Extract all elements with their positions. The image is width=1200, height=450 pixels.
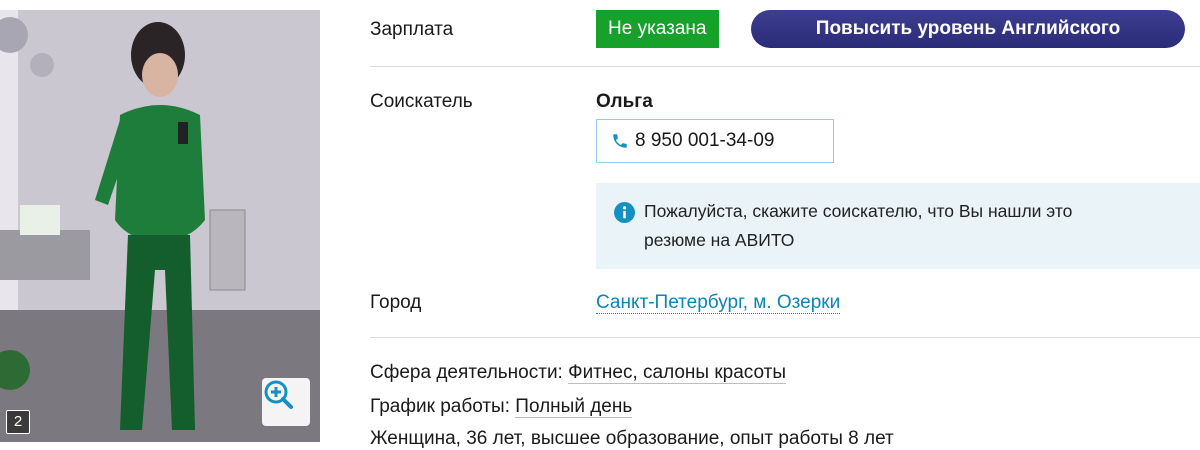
sphere-row: Сфера деятельности: Фитнес, салоны красо…: [370, 362, 787, 384]
sphere-link[interactable]: Фитнес, салоны красоты: [568, 362, 787, 384]
notice-line-2: резюме на АВИТО: [644, 230, 795, 250]
schedule-label: График работы:: [370, 396, 516, 417]
info-icon: [614, 202, 635, 223]
zoom-in-icon: [264, 380, 293, 409]
phone-icon: [613, 134, 627, 148]
notice-box: Пожалуйста, скажите соискателю, что Вы н…: [596, 183, 1200, 269]
city-link[interactable]: Санкт-Петербург, м. Озерки: [596, 292, 841, 314]
photo-counter: 2: [6, 410, 30, 434]
schedule-row: График работы: Полный день: [370, 396, 633, 418]
salary-label: Зарплата: [370, 19, 454, 40]
sphere-label: Сфера деятельности:: [370, 362, 569, 383]
resume-photo[interactable]: 2: [0, 10, 320, 442]
salary-value: Не указана: [596, 10, 719, 48]
summary-line: Женщина, 36 лет, высшее образование, опы…: [370, 428, 894, 449]
schedule-link[interactable]: Полный день: [515, 396, 633, 418]
phone-button[interactable]: 8 950 001-34-09: [596, 119, 834, 163]
zoom-in-button[interactable]: [262, 378, 310, 426]
promo-english-button[interactable]: Повысить уровень Английского: [751, 10, 1185, 48]
divider: [370, 66, 1200, 67]
applicant-name: Ольга: [596, 91, 653, 112]
divider: [370, 337, 1200, 338]
applicant-label: Соискатель: [370, 91, 473, 112]
notice-line-1: Пожалуйста, скажите соискателю, что Вы н…: [644, 201, 1073, 221]
phone-number: 8 950 001-34-09: [635, 130, 775, 151]
city-label: Город: [370, 292, 422, 313]
